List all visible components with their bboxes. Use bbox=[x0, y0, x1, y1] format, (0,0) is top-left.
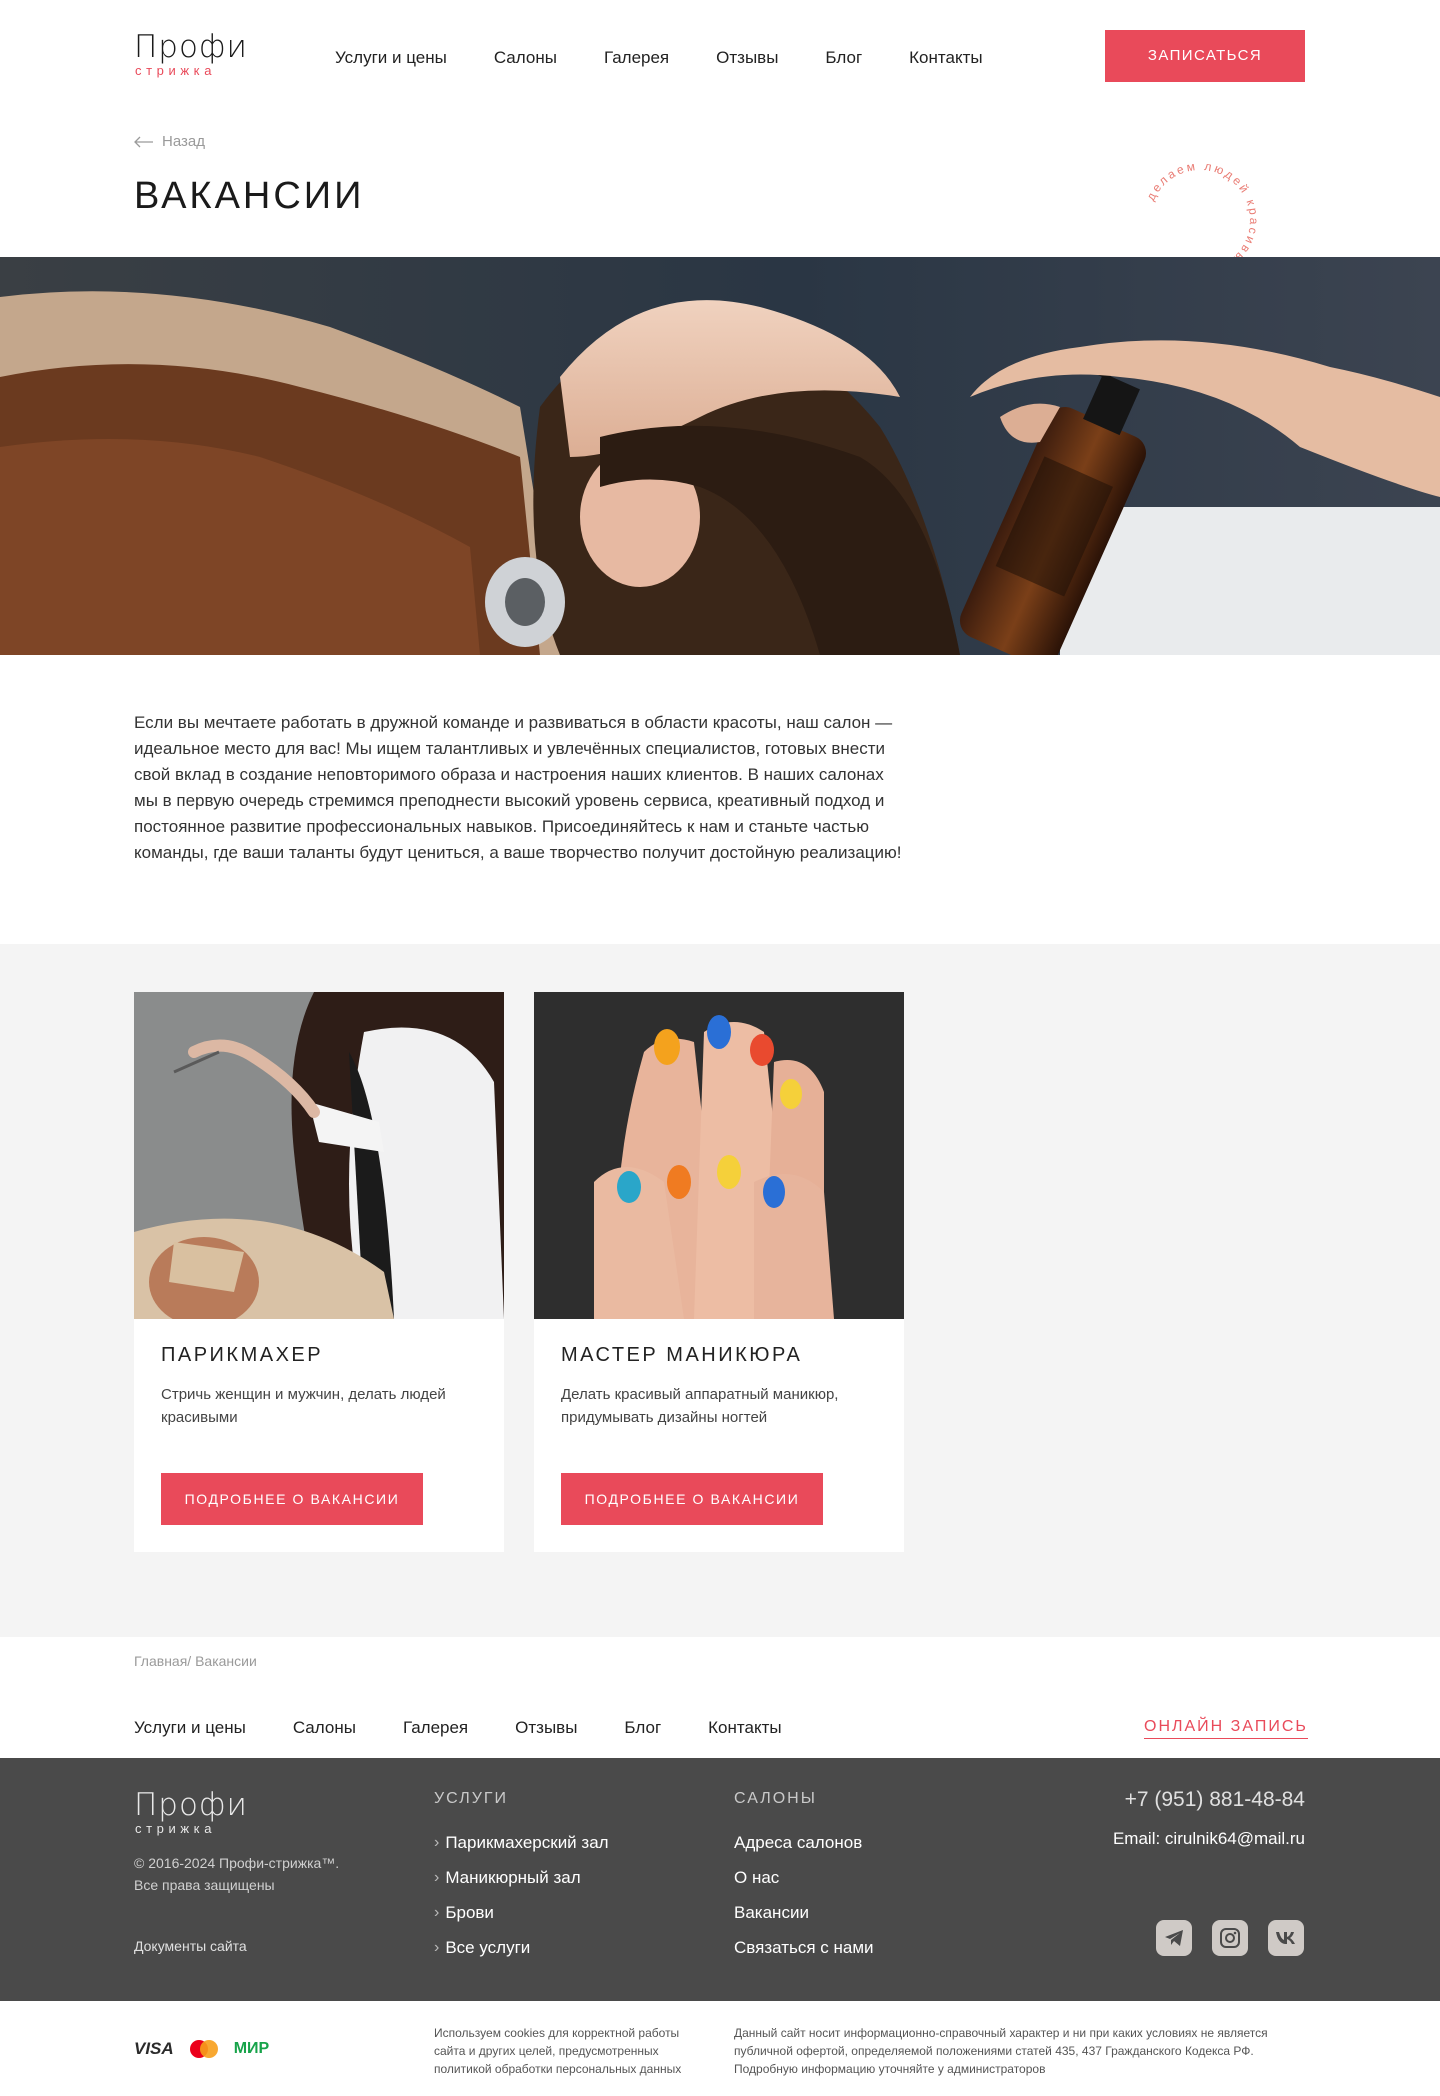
footer-nav-salons[interactable]: Салоны bbox=[293, 1718, 356, 1738]
vacancy-title: ПАРИКМАХЕР bbox=[161, 1344, 324, 1366]
footer-service-link[interactable]: › Парикмахерский зал bbox=[434, 1825, 609, 1860]
footer-service-label: Парикмахерский зал bbox=[445, 1832, 609, 1852]
logo-sub-text: стрижка bbox=[135, 63, 217, 78]
footer-services-column: УСЛУГИ › Парикмахерский зал › Маникюрный з… bbox=[434, 1790, 609, 1965]
vacancy-details-button[interactable]: ПОДРОБНЕЕ О ВАКАНСИИ bbox=[161, 1473, 423, 1525]
footer-service-link[interactable]: › Все услуги bbox=[434, 1930, 609, 1965]
chevron-right-icon: › bbox=[434, 1868, 440, 1886]
vacancy-details-button[interactable]: ПОДРОБНЕЕ О ВАКАНСИИ bbox=[561, 1473, 823, 1525]
footer-service-label: Маникюрный зал bbox=[445, 1867, 581, 1887]
footer-services-heading: УСЛУГИ bbox=[434, 1790, 509, 1807]
footer-nav-gallery[interactable]: Галерея bbox=[403, 1718, 468, 1738]
instagram-icon[interactable] bbox=[1212, 1920, 1248, 1956]
footer-nav: Услуги и цены Салоны Галерея Отзывы Блог… bbox=[134, 1718, 829, 1738]
site-documents-link[interactable]: Документы сайта bbox=[134, 1938, 247, 1954]
footer-service-link[interactable]: › Брови bbox=[434, 1895, 609, 1930]
footer-service-label: Все услуги bbox=[445, 1937, 531, 1957]
logo-main-text: Профи bbox=[134, 29, 248, 65]
main-nav: Услуги и цены Салоны Галерея Отзывы Блог… bbox=[335, 48, 1030, 68]
vk-icon[interactable] bbox=[1268, 1920, 1304, 1956]
chevron-right-icon: › bbox=[434, 1833, 440, 1851]
arrow-left-icon bbox=[134, 136, 153, 147]
bottom-bar: VISA МИР Используем cookies для корректн… bbox=[0, 2001, 1440, 2096]
book-button[interactable]: ЗАПИСАТЬСЯ bbox=[1105, 30, 1305, 82]
footer-service-link[interactable]: › Маникюрный зал bbox=[434, 1860, 609, 1895]
footer-salon-link[interactable]: Адреса салонов bbox=[734, 1825, 874, 1860]
footer-logo[interactable]: Профи стрижка bbox=[134, 1790, 248, 1836]
nav-item-salons[interactable]: Салоны bbox=[494, 48, 557, 68]
legal-note: Данный сайт носит информационно-справочн… bbox=[734, 2026, 1268, 2076]
mastercard-icon bbox=[189, 2040, 218, 2058]
nav-item-reviews[interactable]: Отзывы bbox=[716, 48, 778, 68]
telegram-icon[interactable] bbox=[1156, 1920, 1192, 1956]
footer-salon-link[interactable]: О нас bbox=[734, 1860, 874, 1895]
nav-item-gallery[interactable]: Галерея bbox=[604, 48, 669, 68]
chevron-right-icon: › bbox=[434, 1938, 440, 1956]
back-link[interactable]: Назад bbox=[134, 133, 205, 150]
logo[interactable]: Профи стрижка bbox=[134, 32, 248, 78]
site-footer: Профи стрижка © 2016-2024 Профи-стрижка™… bbox=[0, 1758, 1440, 2001]
social-links bbox=[1156, 1920, 1304, 1956]
footer-salon-link[interactable]: Вакансии bbox=[734, 1895, 874, 1930]
breadcrumb: Главная/ Вакансии bbox=[134, 1653, 257, 1669]
copyright: © 2016-2024 Профи-стрижка™. Все права за… bbox=[134, 1852, 339, 1896]
vacancy-description: Стричь женщин и мужчин, делать людей кра… bbox=[161, 1386, 446, 1426]
footer-logo-main: Профи bbox=[134, 1787, 248, 1823]
page-title: ВАКАНСИИ bbox=[134, 175, 365, 217]
visa-logo: VISA bbox=[134, 2039, 174, 2058]
footer-nav-services[interactable]: Услуги и цены bbox=[134, 1718, 246, 1738]
manicure-photo bbox=[534, 992, 904, 1319]
nav-item-services[interactable]: Услуги и цены bbox=[335, 48, 447, 68]
phone-link[interactable]: +7 (951) 881-48-84 bbox=[1054, 1788, 1305, 1812]
intro-text: Если вы мечтаете работать в дружной кома… bbox=[134, 713, 902, 862]
vacancy-card: ПАРИКМАХЕР Стричь женщин и мужчин, делат… bbox=[134, 992, 504, 1552]
vacancy-title: МАСТЕР МАНИКЮРА bbox=[561, 1344, 803, 1366]
back-label: Назад bbox=[162, 133, 205, 150]
copyright-line-2: Все права защищены bbox=[134, 1877, 275, 1893]
footer-logo-sub: стрижка bbox=[135, 1821, 217, 1836]
payment-methods: VISA МИР bbox=[134, 2039, 269, 2059]
hairdresser-photo bbox=[134, 992, 504, 1319]
footer-nav-blog[interactable]: Блог bbox=[624, 1718, 661, 1738]
nav-item-contacts[interactable]: Контакты bbox=[909, 48, 982, 68]
footer-nav-reviews[interactable]: Отзывы bbox=[515, 1718, 577, 1738]
hero-image bbox=[0, 257, 1440, 655]
cookie-note: Используем cookies для корректной работы… bbox=[434, 2026, 682, 2076]
vacancy-description: Делать красивый аппаратный маникюр, прид… bbox=[561, 1386, 839, 1426]
footer-service-label: Брови bbox=[445, 1902, 494, 1922]
site-header: Профи стрижка Услуги и цены Салоны Галер… bbox=[0, 0, 1440, 115]
footer-salon-link[interactable]: Связаться с нами bbox=[734, 1930, 874, 1965]
email-link[interactable]: Email: cirulnik64@mail.ru bbox=[1004, 1829, 1305, 1849]
online-booking-link[interactable]: ОНЛАЙН ЗАПИСЬ bbox=[1144, 1718, 1308, 1739]
chevron-right-icon: › bbox=[434, 1903, 440, 1921]
mir-logo: МИР bbox=[233, 2040, 270, 2057]
vacancy-card: МАСТЕР МАНИКЮРА Делать красивый аппаратн… bbox=[534, 992, 904, 1552]
footer-salons-column: САЛОНЫ Адреса салонов О нас Вакансии Свя… bbox=[734, 1790, 874, 1965]
footer-salons-heading: САЛОНЫ bbox=[734, 1790, 817, 1807]
nav-item-blog[interactable]: Блог bbox=[825, 48, 862, 68]
footer-nav-contacts[interactable]: Контакты bbox=[708, 1718, 781, 1738]
copyright-line-1: © 2016-2024 Профи-стрижка™. bbox=[134, 1855, 340, 1871]
